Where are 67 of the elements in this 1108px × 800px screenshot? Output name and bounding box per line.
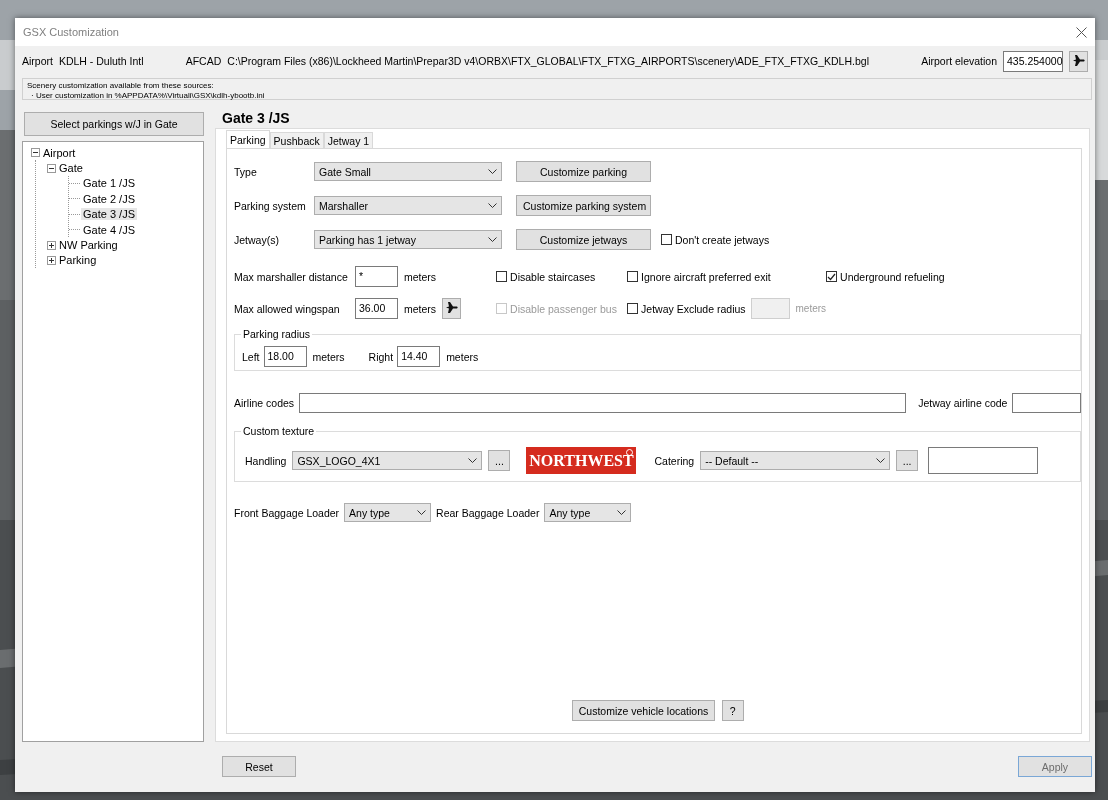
field-label: Right <box>368 350 394 363</box>
field-label: Max marshaller distance <box>234 270 349 283</box>
field-value: KDLH - Duluth Intl <box>58 55 144 67</box>
tab[interactable]: Jetway 1 <box>323 132 374 148</box>
reset-button[interactable]: Reset <box>222 756 296 777</box>
browse-button[interactable]: ... <box>896 450 919 471</box>
tree-item[interactable]: Gate <box>57 162 85 175</box>
tree-item[interactable]: Gate 4 /JS <box>81 223 137 236</box>
tab[interactable]: Pushback <box>269 132 324 148</box>
customize-button[interactable]: Customize parking <box>516 161 651 182</box>
unit-label: meters <box>404 270 437 283</box>
field-label: Handling <box>245 454 287 467</box>
panel-title: Gate 3 /JS <box>221 109 291 128</box>
field-label: Left <box>242 350 260 363</box>
select-parkings-button[interactable]: Select parkings w/J in Gate <box>24 112 204 136</box>
tree-item[interactable]: Gate 1 /JS <box>81 177 137 190</box>
field-label: Catering <box>654 454 695 467</box>
number-field[interactable]: 14.40 <box>397 346 441 367</box>
unit-label: meters <box>312 350 345 363</box>
dropdown[interactable]: -- Default -- <box>700 451 891 470</box>
field-label: Parking system <box>234 199 307 212</box>
dropdown[interactable]: Any type <box>344 503 432 522</box>
file-path: C:\Program Files (x86)\Lockheed Martin\Prepar3D v4\ORBX\FTX_GLOBAL\FTX_FTXG_AIRPORTS\scenery\ADE_FTX_FTXG_KDLH.bgl <box>227 55 869 67</box>
unit-label: meters <box>795 303 827 314</box>
checkbox-label[interactable]: Jetway Exclude radius <box>641 302 746 315</box>
field-label: Airport <box>22 55 53 67</box>
tree-item[interactable]: NW Parking <box>57 239 120 252</box>
number-field[interactable]: * <box>355 266 398 287</box>
dropdown[interactable]: GSX_LOGO_4X1 <box>292 451 483 470</box>
field-label: Jetway(s) <box>234 233 280 246</box>
elevation-field[interactable]: 435.254000 <box>1003 50 1063 72</box>
field-label: Front Baggage Loader <box>234 506 340 519</box>
info-text: · User customization in %APPDATA%\Virtuali\GSX\kdlh-ybootb.ini <box>30 91 266 101</box>
vehicle-locations-button[interactable]: Customize vehicle locations <box>571 700 715 721</box>
dropdown[interactable]: Marshaller <box>314 196 502 215</box>
group-title: Parking radius <box>241 328 313 340</box>
customize-button[interactable]: Customize parking system <box>516 195 651 216</box>
field-label: Airline codes <box>234 397 295 409</box>
checkbox-label[interactable]: Ignore aircraft preferred exit <box>641 270 771 283</box>
customize-button[interactable]: Customize jetways <box>516 229 651 250</box>
tree-item[interactable]: Gate 2 /JS <box>81 192 137 205</box>
number-field[interactable]: 18.00 <box>263 346 307 367</box>
field-label: AFCAD <box>185 55 222 67</box>
tree-item[interactable]: Parking <box>57 254 99 267</box>
tree-item[interactable]: Airport <box>41 146 78 159</box>
checkbox-label[interactable]: Underground refueling <box>840 270 945 283</box>
unit-label: meters <box>404 302 437 315</box>
checkbox-label[interactable]: Don't create jetways <box>675 233 770 246</box>
field-label: Jetway airline code <box>918 397 1008 409</box>
field-label: Airport elevation <box>921 55 997 67</box>
field-label: Type <box>234 165 258 178</box>
logo-preview: NORTHWEST <box>526 447 637 474</box>
window-title: GSX Customization <box>23 26 119 38</box>
number-field[interactable]: 36.00 <box>355 298 398 319</box>
dropdown[interactable]: Any type <box>544 503 632 522</box>
tree-item[interactable]: Gate 3 /JS <box>81 208 137 221</box>
dropdown[interactable]: Parking has 1 jetway <box>314 230 502 249</box>
help-button[interactable]: ? <box>721 700 744 721</box>
info-text: Scenery customization available from these sources: <box>27 81 215 91</box>
group-title: Custom texture <box>241 425 317 437</box>
dropdown[interactable]: Gate Small <box>314 162 502 181</box>
field-label: Rear Baggage Loader <box>436 506 540 519</box>
unit-label: meters <box>446 350 479 363</box>
tab[interactable]: Parking <box>226 130 270 148</box>
field-label: Max allowed wingspan <box>234 302 341 315</box>
checkbox-label[interactable]: Disable staircases <box>510 270 596 283</box>
browse-button[interactable]: ... <box>488 450 511 471</box>
